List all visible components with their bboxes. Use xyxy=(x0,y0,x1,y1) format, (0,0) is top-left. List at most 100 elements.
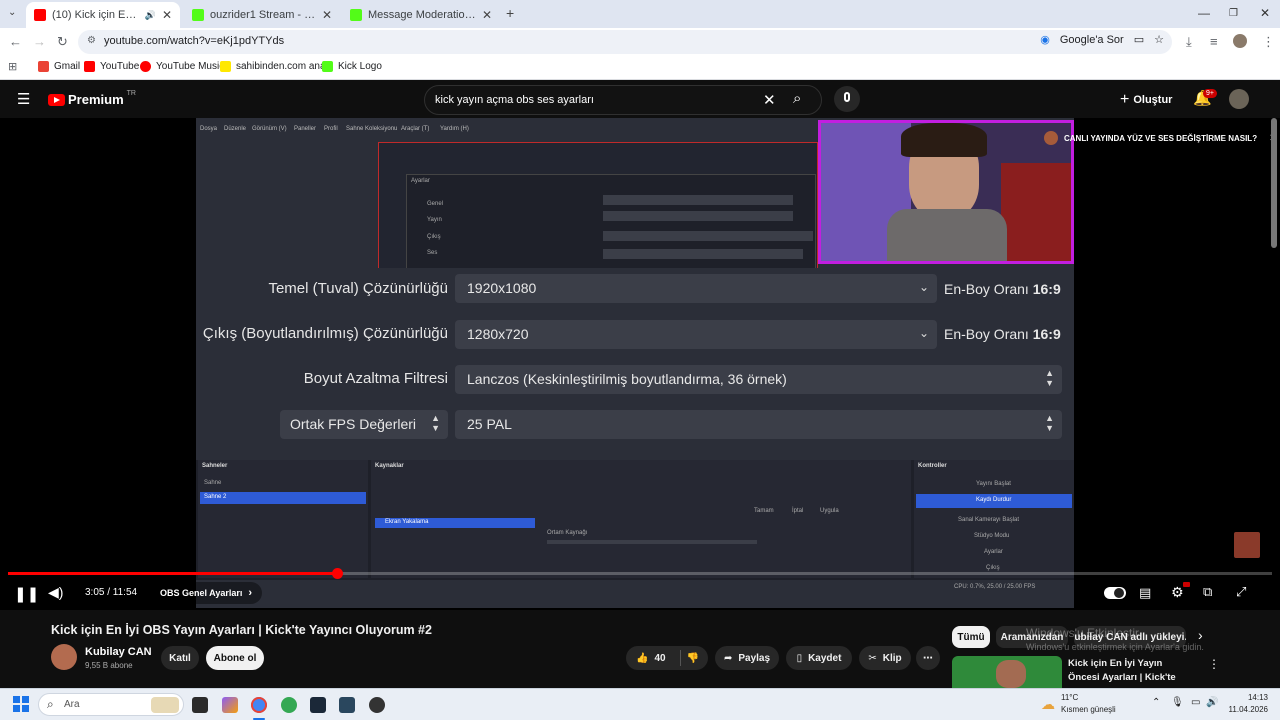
restore-icon[interactable]: ❐ xyxy=(1229,8,1238,19)
create-button[interactable]: + Oluştur xyxy=(1120,91,1172,109)
clip-button[interactable]: ✂ Klip xyxy=(859,646,911,670)
microphone-tray-icon[interactable]: 🎙 xyxy=(1171,697,1184,708)
account-avatar[interactable] xyxy=(1229,89,1249,109)
google-lens-icon[interactable]: ◉ xyxy=(1040,33,1050,46)
controls-dock: Kontroller Yayını Başlat Kaydı Durdur Sa… xyxy=(914,460,1074,578)
dialog-button: Uygula xyxy=(820,508,839,514)
clock-time[interactable]: 14:13 xyxy=(1228,693,1268,702)
search-icon: ⌕ xyxy=(47,697,54,711)
ask-google-button[interactable]: Google'a Sor xyxy=(1060,34,1124,46)
tab-title: ouzrider1 Stream - Watch Live xyxy=(210,9,316,21)
weather-icon[interactable]: ☁ xyxy=(1041,696,1055,713)
windows-start-icon[interactable] xyxy=(13,696,29,712)
window-close-icon[interactable]: ✕ xyxy=(1260,6,1270,20)
chips-next-icon[interactable]: › xyxy=(1198,627,1203,643)
next-video-thumbnail[interactable] xyxy=(952,656,1062,688)
network-icon[interactable]: ▭ xyxy=(1191,697,1200,708)
bookmark-star-icon[interactable]: ☆ xyxy=(1154,33,1164,46)
search-box[interactable]: kick yayın açma obs ses ayarları ✕ ⌕ xyxy=(424,85,822,115)
cast-icon[interactable]: ▭ xyxy=(1134,33,1144,46)
clear-search-icon[interactable]: ✕ xyxy=(763,91,776,109)
subtitles-icon[interactable]: ▤ xyxy=(1139,585,1151,601)
hamburger-menu-icon[interactable]: ☰ xyxy=(17,90,30,108)
bookmark-label: Kick Logo xyxy=(338,61,382,72)
volume-tray-icon[interactable]: 🔊 xyxy=(1206,697,1218,708)
obs-menu-item: Paneller xyxy=(294,126,317,132)
channel-name[interactable]: Kubilay CAN xyxy=(85,646,152,658)
dock-title: Kaynaklar xyxy=(375,463,404,469)
settings-gear-icon[interactable]: ⚙ xyxy=(1171,584,1184,601)
chevron-down-icon: ⌄ xyxy=(918,280,929,294)
youtube-favicon-icon xyxy=(34,9,46,21)
obs-icon[interactable] xyxy=(369,697,385,713)
profile-avatar[interactable] xyxy=(1233,34,1247,48)
plus-icon: + xyxy=(1120,91,1130,108)
like-icon[interactable]: 👍 xyxy=(636,653,648,664)
obs-menu-item: Görünüm (V) xyxy=(252,126,287,132)
bookmark-kick-logo[interactable]: Kick Logo xyxy=(322,61,382,72)
search-icon[interactable]: ⌕ xyxy=(793,90,801,107)
setting-dropdown: 1920x1080 ⌄ xyxy=(455,274,937,303)
video-info-card[interactable]: CANLI YAYINDA YÜZ VE SES DEĞİŞTİRME NASI… xyxy=(1044,131,1277,145)
reload-icon[interactable]: ↻ xyxy=(57,34,68,50)
minimize-icon[interactable]: — xyxy=(1198,6,1210,20)
channel-watermark[interactable] xyxy=(1234,532,1260,558)
progress-bar[interactable] xyxy=(8,568,1272,579)
back-icon[interactable]: ← xyxy=(9,34,22,49)
steam-icon[interactable] xyxy=(310,697,326,713)
taskbar-search[interactable]: ⌕ Ara xyxy=(38,693,184,716)
tray-overflow-icon[interactable]: ⌃ xyxy=(1152,697,1160,708)
save-button[interactable]: ▯ Kaydet xyxy=(786,646,852,670)
forward-icon[interactable]: → xyxy=(33,34,46,49)
reading-list-icon[interactable]: ≡ xyxy=(1210,34,1218,49)
tab-kick-stream[interactable]: ouzrider1 Stream - Watch Live ✕ xyxy=(184,2,340,28)
chapter-button[interactable]: OBS Genel Ayarları › xyxy=(150,582,263,604)
bookmark-sahibinden[interactable]: sahibinden.com ana... xyxy=(220,61,334,72)
close-tab-icon[interactable]: ✕ xyxy=(482,8,492,22)
tab-youtube[interactable]: (10) Kick için En İyi OBS Yay 🔊 ✕ xyxy=(26,2,180,28)
new-tab-button[interactable]: + xyxy=(506,5,514,21)
tab-search-icon[interactable]: ⌄ xyxy=(8,7,16,18)
chrome-profile-icon[interactable] xyxy=(281,697,297,713)
page-scrollbar[interactable] xyxy=(1271,118,1277,248)
subscribe-button[interactable]: Abone ol xyxy=(206,646,264,670)
fullscreen-icon[interactable]: ⤢ xyxy=(1236,584,1246,600)
autoplay-toggle[interactable] xyxy=(1104,587,1126,599)
chip-all[interactable]: Tümü xyxy=(952,626,990,648)
address-bar[interactable]: ⚙ youtube.com/watch?v=eKj1pdYTYds ◉ Goog… xyxy=(78,30,1172,54)
voice-search-button[interactable] xyxy=(834,86,860,112)
youtube-logo[interactable]: Premium TR xyxy=(48,90,136,107)
scrubber-handle[interactable] xyxy=(331,568,343,579)
dislike-icon[interactable]: 👎 xyxy=(687,653,699,664)
bookmark-youtube-music[interactable]: YouTube Music xyxy=(140,61,224,72)
steam-alt-icon[interactable] xyxy=(339,697,355,713)
copilot-icon[interactable] xyxy=(222,697,238,713)
chrome-icon[interactable] xyxy=(251,697,267,713)
video-player[interactable]: Dosya Düzenle Görünüm (V) Paneller Profi… xyxy=(0,118,1280,610)
join-button[interactable]: Katıl xyxy=(161,646,199,670)
task-view-icon[interactable] xyxy=(192,697,208,713)
share-button[interactable]: ➦ Paylaş xyxy=(715,646,779,670)
next-video-menu-icon[interactable]: ⋮ xyxy=(1208,657,1220,671)
speaker-icon[interactable]: 🔊 xyxy=(145,10,156,21)
chrome-menu-icon[interactable]: ⋮ xyxy=(1262,34,1275,50)
bookmark-youtube[interactable]: YouTube xyxy=(84,61,139,72)
channel-avatar[interactable] xyxy=(51,644,77,670)
bookmark-gmail[interactable]: Gmail xyxy=(38,61,80,72)
more-actions-button[interactable]: ⋯ xyxy=(916,646,940,670)
clock-date[interactable]: 11.04.2026 xyxy=(1222,705,1268,714)
tab-kick-moderation[interactable]: Message Moderation - Kick Da ✕ xyxy=(342,2,500,28)
obs-menu-item: Profil xyxy=(324,126,338,132)
player-controls: ❚❚ ◀) 3:05 / 11:54 OBS Genel Ayarları › … xyxy=(0,580,1280,608)
kick-favicon-icon xyxy=(192,9,204,21)
apps-grid-icon[interactable]: ⊞ xyxy=(8,60,17,73)
download-icon[interactable]: ⤓ xyxy=(1186,34,1192,50)
close-tab-icon[interactable]: ✕ xyxy=(322,8,332,22)
pause-icon[interactable]: ❚❚ xyxy=(14,585,39,603)
volume-icon[interactable]: ◀) xyxy=(48,584,63,601)
search-input[interactable]: kick yayın açma obs ses ayarları xyxy=(435,94,594,106)
site-info-icon[interactable]: ⚙ xyxy=(87,35,96,46)
close-tab-icon[interactable]: ✕ xyxy=(162,8,172,22)
next-video-title[interactable]: Kick için En İyi Yayın Öncesi Ayarları |… xyxy=(1068,657,1196,685)
miniplayer-icon[interactable]: ⧉ xyxy=(1203,584,1212,600)
